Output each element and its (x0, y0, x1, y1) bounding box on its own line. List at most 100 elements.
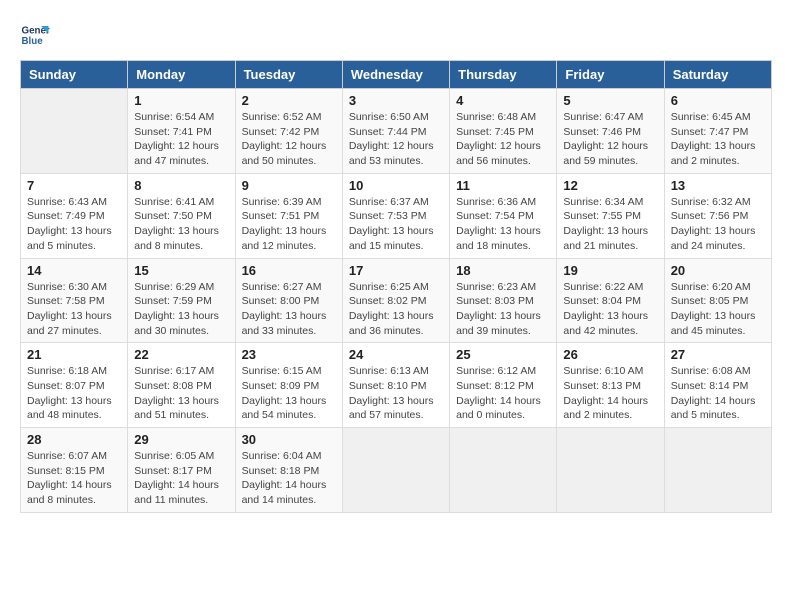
day-number: 7 (27, 178, 121, 193)
calendar-cell: 4 Sunrise: 6:48 AM Sunset: 7:45 PM Daylig… (450, 89, 557, 174)
day-number: 18 (456, 263, 550, 278)
calendar-cell: 25 Sunrise: 6:12 AM Sunset: 8:12 PM Dayli… (450, 343, 557, 428)
calendar-cell (664, 428, 771, 513)
day-info: Sunrise: 6:18 AM Sunset: 8:07 PM Dayligh… (27, 364, 121, 423)
day-number: 8 (134, 178, 228, 193)
day-number: 30 (242, 432, 336, 447)
day-info: Sunrise: 6:27 AM Sunset: 8:00 PM Dayligh… (242, 280, 336, 339)
calendar-cell: 16 Sunrise: 6:27 AM Sunset: 8:00 PM Dayli… (235, 258, 342, 343)
calendar-week-row: 28 Sunrise: 6:07 AM Sunset: 8:15 PM Dayli… (21, 428, 772, 513)
day-number: 6 (671, 93, 765, 108)
day-of-week-header: Tuesday (235, 61, 342, 89)
calendar-cell: 15 Sunrise: 6:29 AM Sunset: 7:59 PM Dayli… (128, 258, 235, 343)
day-number: 10 (349, 178, 443, 193)
day-of-week-header: Thursday (450, 61, 557, 89)
page-header: General Blue (20, 20, 772, 50)
day-info: Sunrise: 6:54 AM Sunset: 7:41 PM Dayligh… (134, 110, 228, 169)
calendar-cell: 22 Sunrise: 6:17 AM Sunset: 8:08 PM Dayli… (128, 343, 235, 428)
day-of-week-header: Saturday (664, 61, 771, 89)
calendar-cell: 20 Sunrise: 6:20 AM Sunset: 8:05 PM Dayli… (664, 258, 771, 343)
calendar-cell: 8 Sunrise: 6:41 AM Sunset: 7:50 PM Daylig… (128, 173, 235, 258)
day-of-week-header: Monday (128, 61, 235, 89)
day-number: 27 (671, 347, 765, 362)
day-number: 17 (349, 263, 443, 278)
day-info: Sunrise: 6:20 AM Sunset: 8:05 PM Dayligh… (671, 280, 765, 339)
day-number: 25 (456, 347, 550, 362)
day-info: Sunrise: 6:08 AM Sunset: 8:14 PM Dayligh… (671, 364, 765, 423)
calendar-header: SundayMondayTuesdayWednesdayThursdayFrid… (21, 61, 772, 89)
svg-text:Blue: Blue (22, 36, 44, 47)
day-info: Sunrise: 6:12 AM Sunset: 8:12 PM Dayligh… (456, 364, 550, 423)
day-info: Sunrise: 6:22 AM Sunset: 8:04 PM Dayligh… (563, 280, 657, 339)
calendar-cell: 21 Sunrise: 6:18 AM Sunset: 8:07 PM Dayli… (21, 343, 128, 428)
day-info: Sunrise: 6:29 AM Sunset: 7:59 PM Dayligh… (134, 280, 228, 339)
day-info: Sunrise: 6:43 AM Sunset: 7:49 PM Dayligh… (27, 195, 121, 254)
day-info: Sunrise: 6:25 AM Sunset: 8:02 PM Dayligh… (349, 280, 443, 339)
day-number: 4 (456, 93, 550, 108)
day-number: 16 (242, 263, 336, 278)
day-number: 23 (242, 347, 336, 362)
calendar-cell (342, 428, 449, 513)
day-number: 22 (134, 347, 228, 362)
day-info: Sunrise: 6:23 AM Sunset: 8:03 PM Dayligh… (456, 280, 550, 339)
day-info: Sunrise: 6:45 AM Sunset: 7:47 PM Dayligh… (671, 110, 765, 169)
day-number: 20 (671, 263, 765, 278)
day-number: 24 (349, 347, 443, 362)
calendar-cell: 10 Sunrise: 6:37 AM Sunset: 7:53 PM Dayli… (342, 173, 449, 258)
day-of-week-header: Sunday (21, 61, 128, 89)
day-info: Sunrise: 6:13 AM Sunset: 8:10 PM Dayligh… (349, 364, 443, 423)
day-info: Sunrise: 6:32 AM Sunset: 7:56 PM Dayligh… (671, 195, 765, 254)
day-number: 11 (456, 178, 550, 193)
calendar-body: 1Sunrise: 6:54 AM Sunset: 7:41 PM Daylig… (21, 89, 772, 513)
calendar-cell: 19 Sunrise: 6:22 AM Sunset: 8:04 PM Dayli… (557, 258, 664, 343)
day-info: Sunrise: 6:41 AM Sunset: 7:50 PM Dayligh… (134, 195, 228, 254)
day-info: Sunrise: 6:30 AM Sunset: 7:58 PM Dayligh… (27, 280, 121, 339)
day-number: 26 (563, 347, 657, 362)
day-info: Sunrise: 6:05 AM Sunset: 8:17 PM Dayligh… (134, 449, 228, 508)
day-number: 15 (134, 263, 228, 278)
calendar-cell: 29 Sunrise: 6:05 AM Sunset: 8:17 PM Dayli… (128, 428, 235, 513)
calendar-week-row: 1Sunrise: 6:54 AM Sunset: 7:41 PM Daylig… (21, 89, 772, 174)
calendar-cell: 2 Sunrise: 6:52 AM Sunset: 7:42 PM Daylig… (235, 89, 342, 174)
day-number: 9 (242, 178, 336, 193)
calendar-cell (21, 89, 128, 174)
day-number: 29 (134, 432, 228, 447)
day-number: 19 (563, 263, 657, 278)
calendar-cell: 14 Sunrise: 6:30 AM Sunset: 7:58 PM Dayli… (21, 258, 128, 343)
day-number: 21 (27, 347, 121, 362)
calendar-week-row: 7 Sunrise: 6:43 AM Sunset: 7:49 PM Daylig… (21, 173, 772, 258)
calendar-cell: 3 Sunrise: 6:50 AM Sunset: 7:44 PM Daylig… (342, 89, 449, 174)
day-info: Sunrise: 6:47 AM Sunset: 7:46 PM Dayligh… (563, 110, 657, 169)
day-info: Sunrise: 6:39 AM Sunset: 7:51 PM Dayligh… (242, 195, 336, 254)
day-info: Sunrise: 6:04 AM Sunset: 8:18 PM Dayligh… (242, 449, 336, 508)
calendar-cell: 24 Sunrise: 6:13 AM Sunset: 8:10 PM Dayli… (342, 343, 449, 428)
day-info: Sunrise: 6:10 AM Sunset: 8:13 PM Dayligh… (563, 364, 657, 423)
day-number: 5 (563, 93, 657, 108)
day-of-week-header: Friday (557, 61, 664, 89)
calendar-cell (450, 428, 557, 513)
day-info: Sunrise: 6:50 AM Sunset: 7:44 PM Dayligh… (349, 110, 443, 169)
calendar-cell: 9 Sunrise: 6:39 AM Sunset: 7:51 PM Daylig… (235, 173, 342, 258)
day-info: Sunrise: 6:17 AM Sunset: 8:08 PM Dayligh… (134, 364, 228, 423)
calendar-cell: 23Sunrise: 6:15 AM Sunset: 8:09 PM Dayli… (235, 343, 342, 428)
day-info: Sunrise: 6:36 AM Sunset: 7:54 PM Dayligh… (456, 195, 550, 254)
day-number: 28 (27, 432, 121, 447)
day-info: Sunrise: 6:34 AM Sunset: 7:55 PM Dayligh… (563, 195, 657, 254)
day-info: Sunrise: 6:48 AM Sunset: 7:45 PM Dayligh… (456, 110, 550, 169)
calendar-cell: 13Sunrise: 6:32 AM Sunset: 7:56 PM Dayli… (664, 173, 771, 258)
day-info: Sunrise: 6:37 AM Sunset: 7:53 PM Dayligh… (349, 195, 443, 254)
calendar-cell: 17 Sunrise: 6:25 AM Sunset: 8:02 PM Dayli… (342, 258, 449, 343)
logo: General Blue (20, 20, 50, 50)
calendar-cell: 26 Sunrise: 6:10 AM Sunset: 8:13 PM Dayli… (557, 343, 664, 428)
calendar-table: SundayMondayTuesdayWednesdayThursdayFrid… (20, 60, 772, 513)
calendar-week-row: 21 Sunrise: 6:18 AM Sunset: 8:07 PM Dayli… (21, 343, 772, 428)
calendar-cell: 27 Sunrise: 6:08 AM Sunset: 8:14 PM Dayli… (664, 343, 771, 428)
day-info: Sunrise: 6:52 AM Sunset: 7:42 PM Dayligh… (242, 110, 336, 169)
day-info: Sunrise: 6:07 AM Sunset: 8:15 PM Dayligh… (27, 449, 121, 508)
day-number: 14 (27, 263, 121, 278)
calendar-cell: 12Sunrise: 6:34 AM Sunset: 7:55 PM Dayli… (557, 173, 664, 258)
day-number: 3 (349, 93, 443, 108)
calendar-cell (557, 428, 664, 513)
day-number: 2 (242, 93, 336, 108)
calendar-cell: 1Sunrise: 6:54 AM Sunset: 7:41 PM Daylig… (128, 89, 235, 174)
